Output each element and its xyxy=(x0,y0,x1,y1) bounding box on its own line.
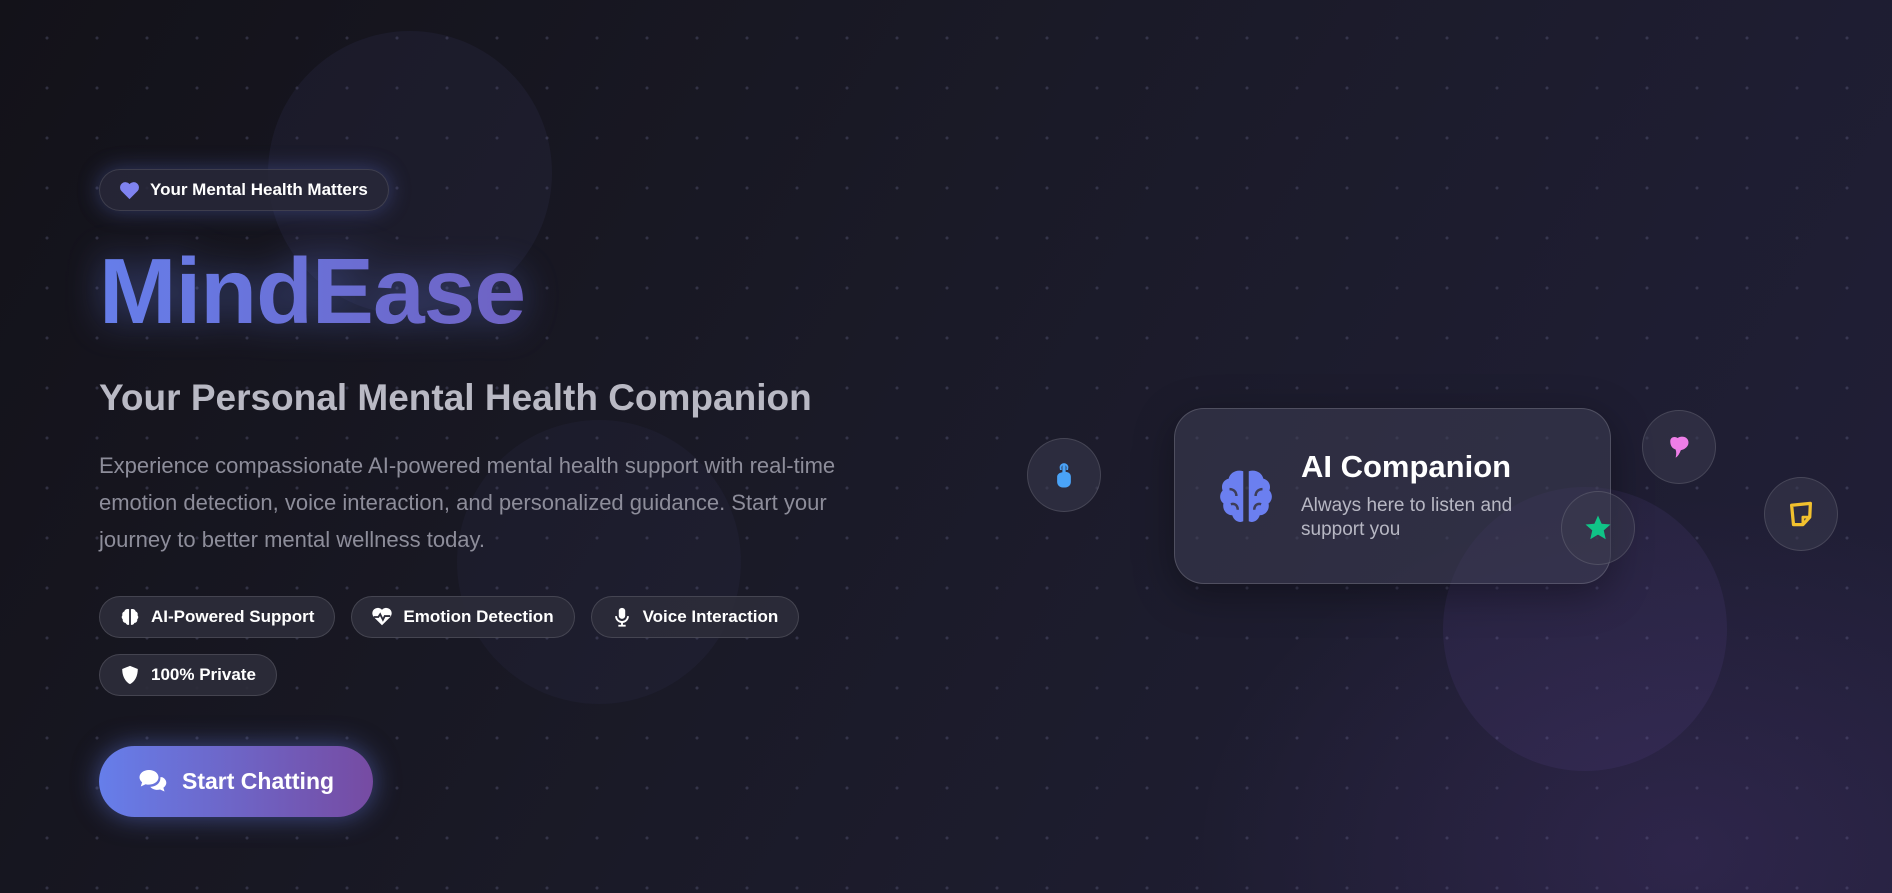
microphone-icon xyxy=(611,606,633,628)
shield-icon xyxy=(119,664,141,686)
ai-companion-card: AI Companion Always here to listen and s… xyxy=(1174,408,1611,584)
feature-label: Voice Interaction xyxy=(642,606,779,626)
floating-icon-note xyxy=(1764,477,1838,551)
heart-pulse-icon xyxy=(371,606,393,628)
companion-text: AI Companion Always here to listen and s… xyxy=(1301,448,1551,542)
feature-chip-private: 100% Private xyxy=(99,653,277,696)
feature-label: AI-Powered Support xyxy=(151,606,315,626)
feature-chip-ai-support: AI-Powered Support xyxy=(99,595,336,638)
brand-title: MindEase xyxy=(99,245,879,343)
start-chatting-button[interactable]: Start Chatting xyxy=(99,745,374,817)
tagline-label: Your Mental Health Matters xyxy=(150,180,368,199)
feature-chip-emotion-detection: Emotion Detection xyxy=(351,595,575,638)
heart-blob-icon xyxy=(1670,436,1689,458)
companion-title: AI Companion xyxy=(1301,448,1512,484)
start-chatting-label: Start Chatting xyxy=(182,767,335,794)
tagline-badge: Your Mental Health Matters xyxy=(99,169,389,211)
brain-icon xyxy=(119,606,141,628)
star-icon xyxy=(1585,515,1611,540)
feature-chip-voice-interaction: Voice Interaction xyxy=(590,595,800,638)
hand-pointer-icon xyxy=(1057,463,1071,488)
companion-description: Always here to listen and support you xyxy=(1301,495,1513,541)
feature-label: 100% Private xyxy=(151,664,256,684)
heart-icon xyxy=(120,181,139,199)
comments-icon xyxy=(139,770,167,792)
floating-icon-star xyxy=(1561,491,1635,565)
hero-section: Your Mental Health Matters MindEase Your… xyxy=(99,169,879,817)
brain-icon xyxy=(1220,470,1272,522)
floating-icon-hand xyxy=(1027,438,1101,512)
hero-description: Experience compassionate AI-powered ment… xyxy=(99,452,836,552)
feature-label: Emotion Detection xyxy=(403,606,554,626)
page-subtitle: Your Personal Mental Health Companion xyxy=(99,377,812,418)
floating-icon-heart xyxy=(1642,410,1716,484)
sticky-note-icon xyxy=(1790,501,1812,527)
feature-list: AI-Powered Support Emotion Detection Voi… xyxy=(99,595,859,696)
